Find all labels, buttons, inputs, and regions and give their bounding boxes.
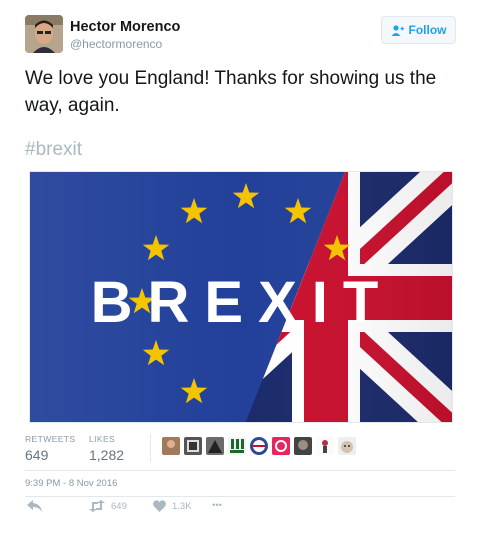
separator (25, 496, 455, 497)
add-user-icon (391, 24, 404, 36)
likes-label: LIKES (89, 434, 116, 444)
tweet-timestamp[interactable]: 9:39 PM - 8 Nov 2016 (25, 478, 117, 489)
more-icon: ••• (212, 500, 222, 511)
liker-avatar[interactable] (184, 437, 202, 455)
like-button[interactable]: 1.3K (153, 500, 192, 512)
retweet-button[interactable]: 649 (89, 500, 127, 512)
author-handle[interactable]: @hectormorenco (70, 37, 162, 51)
liker-avatar[interactable] (294, 437, 312, 455)
liker-avatar[interactable] (338, 437, 356, 455)
follow-button[interactable]: Follow (381, 16, 456, 44)
liker-avatar[interactable] (228, 437, 246, 455)
brexit-word: BREXIT (91, 270, 394, 335)
retweets-stat[interactable]: RETWEETS 649 (25, 434, 75, 463)
tweet-image[interactable]: BREXIT (29, 171, 453, 423)
stats-divider (150, 434, 151, 462)
liker-avatar[interactable] (162, 437, 180, 455)
heart-icon (153, 500, 166, 512)
tweet-text: We love you England! Thanks for showing … (25, 68, 437, 116)
avatar-image (25, 15, 63, 53)
liker-avatars (162, 437, 356, 455)
tweet-actions: 649 1.3K ••• (25, 500, 455, 520)
author-name[interactable]: Hector Morenco (70, 19, 180, 35)
hashtag-link[interactable]: #brexit (25, 139, 82, 161)
liker-avatar[interactable] (206, 437, 224, 455)
likes-stat[interactable]: LIKES 1,282 (89, 434, 124, 463)
like-count: 1.3K (172, 500, 192, 512)
retweet-count: 649 (111, 500, 127, 512)
brexit-flag-image: BREXIT (30, 172, 452, 422)
retweets-label: RETWEETS (25, 434, 76, 444)
retweets-count: 649 (25, 447, 49, 463)
more-button[interactable]: ••• (212, 500, 222, 511)
retweet-icon (89, 500, 105, 512)
liker-avatar[interactable] (250, 437, 268, 455)
liker-avatar[interactable] (272, 437, 290, 455)
reply-icon (27, 500, 42, 512)
likes-count: 1,282 (89, 447, 125, 463)
liker-avatar[interactable] (316, 437, 334, 455)
reply-button[interactable] (27, 500, 49, 512)
avatar[interactable] (25, 15, 63, 53)
follow-button-label: Follow (408, 23, 447, 37)
separator (25, 470, 455, 471)
